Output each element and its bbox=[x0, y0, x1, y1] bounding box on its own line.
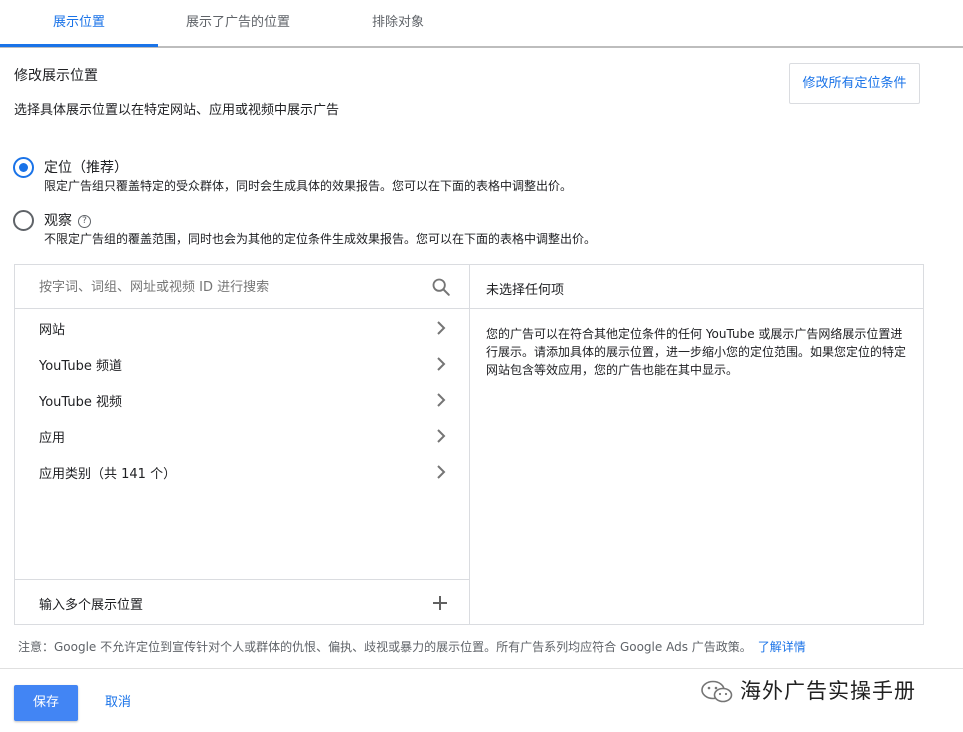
enter-multiple-placements-label: 输入多个展示位置 bbox=[39, 598, 144, 613]
radio-description-targeting: 限定广告组只覆盖特定的受众群体，同时会生成具体的效果报告。您可以在下面的表格中调… bbox=[44, 179, 573, 193]
chevron-right-icon bbox=[437, 357, 446, 371]
list-item-youtube-videos[interactable]: YouTube 视频 bbox=[15, 382, 470, 418]
active-tab-indicator bbox=[0, 44, 158, 47]
list-item-label: YouTube 视频 bbox=[39, 395, 122, 410]
chevron-right-icon bbox=[437, 429, 446, 443]
wechat-icon bbox=[701, 680, 733, 703]
learn-more-link[interactable]: 了解详情 bbox=[758, 640, 806, 654]
list-item-label: YouTube 频道 bbox=[39, 359, 122, 374]
radio-button-unchecked[interactable] bbox=[13, 210, 34, 231]
tab-where-ads-showed[interactable]: 展示了广告的位置 bbox=[158, 0, 318, 47]
tab-exclusions[interactable]: 排除对象 bbox=[318, 0, 478, 47]
search-bar bbox=[15, 265, 470, 309]
page-subtitle: 选择具体展示位置以在特定网站、应用或视频中展示广告 bbox=[14, 103, 340, 118]
chevron-right-icon bbox=[437, 321, 446, 335]
radio-label-targeting: 定位（推荐） bbox=[44, 160, 128, 176]
radio-label-observation: 观察 bbox=[44, 213, 72, 229]
chevron-right-icon bbox=[437, 465, 446, 479]
category-column: 网站 YouTube 频道 YouTube 视频 应用 应用类别（共 141 个… bbox=[15, 265, 470, 624]
list-item-label: 应用 bbox=[39, 431, 66, 446]
tab-bar: 展示位置 展示了广告的位置 排除对象 bbox=[0, 0, 963, 48]
cancel-button[interactable]: 取消 bbox=[88, 685, 148, 721]
list-item-label: 网站 bbox=[39, 323, 66, 338]
save-button[interactable]: 保存 bbox=[14, 685, 78, 721]
page-title: 修改展示位置 bbox=[14, 68, 98, 84]
edit-all-targeting-button[interactable]: 修改所有定位条件 bbox=[789, 63, 920, 104]
watermark-text: 海外广告实操手册 bbox=[740, 679, 916, 703]
plus-icon[interactable] bbox=[431, 594, 449, 612]
radio-description-observation: 不限定广告组的覆盖范围，同时也会为其他的定位条件生成效果报告。您可以在下面的表格… bbox=[44, 232, 597, 246]
list-item-label: 应用类别（共 141 个） bbox=[39, 467, 177, 482]
radio-button-checked[interactable] bbox=[13, 157, 34, 178]
list-item-websites[interactable]: 网站 bbox=[15, 310, 470, 346]
policy-notice: 注意：Google 不允许定位到宣传针对个人或群体的仇恨、偏执、歧视或暴力的展示… bbox=[18, 638, 806, 655]
help-icon[interactable]: ? bbox=[78, 215, 91, 228]
enter-multiple-placements-row[interactable]: 输入多个展示位置 bbox=[15, 579, 470, 624]
placement-picker-panel: 网站 YouTube 频道 YouTube 视频 应用 应用类别（共 141 个… bbox=[14, 264, 924, 625]
search-icon[interactable] bbox=[430, 276, 452, 298]
policy-notice-text: 注意：Google 不允许定位到宣传针对个人或群体的仇恨、偏执、歧视或暴力的展示… bbox=[18, 640, 752, 654]
selection-description: 您的广告可以在符合其他定位条件的任何 YouTube 或展示广告网络展示位置进行… bbox=[486, 327, 907, 377]
chevron-right-icon bbox=[437, 393, 446, 407]
selection-column: 未选择任何项 您的广告可以在符合其他定位条件的任何 YouTube 或展示广告网… bbox=[470, 265, 923, 624]
search-input[interactable] bbox=[39, 277, 419, 297]
footer-divider bbox=[0, 668, 963, 669]
radio-label-observation-wrap: 观察? bbox=[44, 210, 91, 230]
tab-placements[interactable]: 展示位置 bbox=[0, 0, 158, 47]
selection-header: 未选择任何项 bbox=[470, 265, 923, 309]
list-item-youtube-channels[interactable]: YouTube 频道 bbox=[15, 346, 470, 382]
list-item-app-categories[interactable]: 应用类别（共 141 个） bbox=[15, 454, 470, 490]
selection-title: 未选择任何项 bbox=[486, 283, 565, 298]
list-item-apps[interactable]: 应用 bbox=[15, 418, 470, 454]
